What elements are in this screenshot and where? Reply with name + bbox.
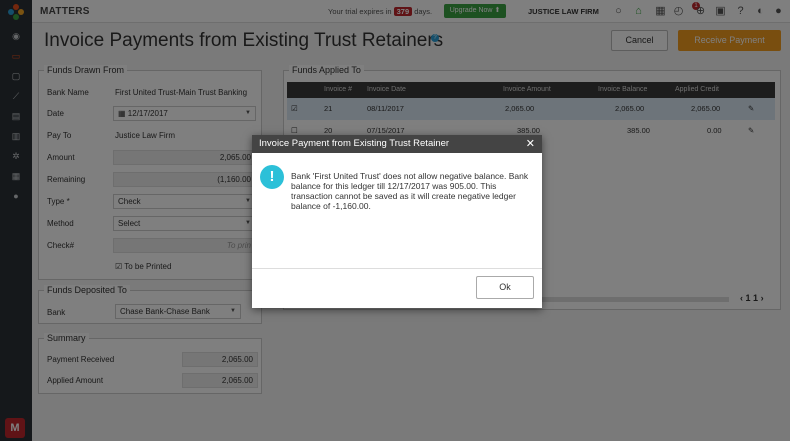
dialog-title: Invoice Payment from Existing Trust Reta… (259, 138, 450, 149)
dialog-message: Bank 'First United Trust' does not allow… (291, 171, 529, 211)
close-icon[interactable]: ✕ (526, 135, 535, 153)
ok-button[interactable]: Ok (476, 276, 534, 299)
dialog-header: Invoice Payment from Existing Trust Reta… (252, 135, 542, 153)
alert-dialog: Invoice Payment from Existing Trust Reta… (252, 135, 542, 308)
info-icon: ! (260, 165, 284, 189)
dialog-footer: Ok (252, 268, 542, 308)
